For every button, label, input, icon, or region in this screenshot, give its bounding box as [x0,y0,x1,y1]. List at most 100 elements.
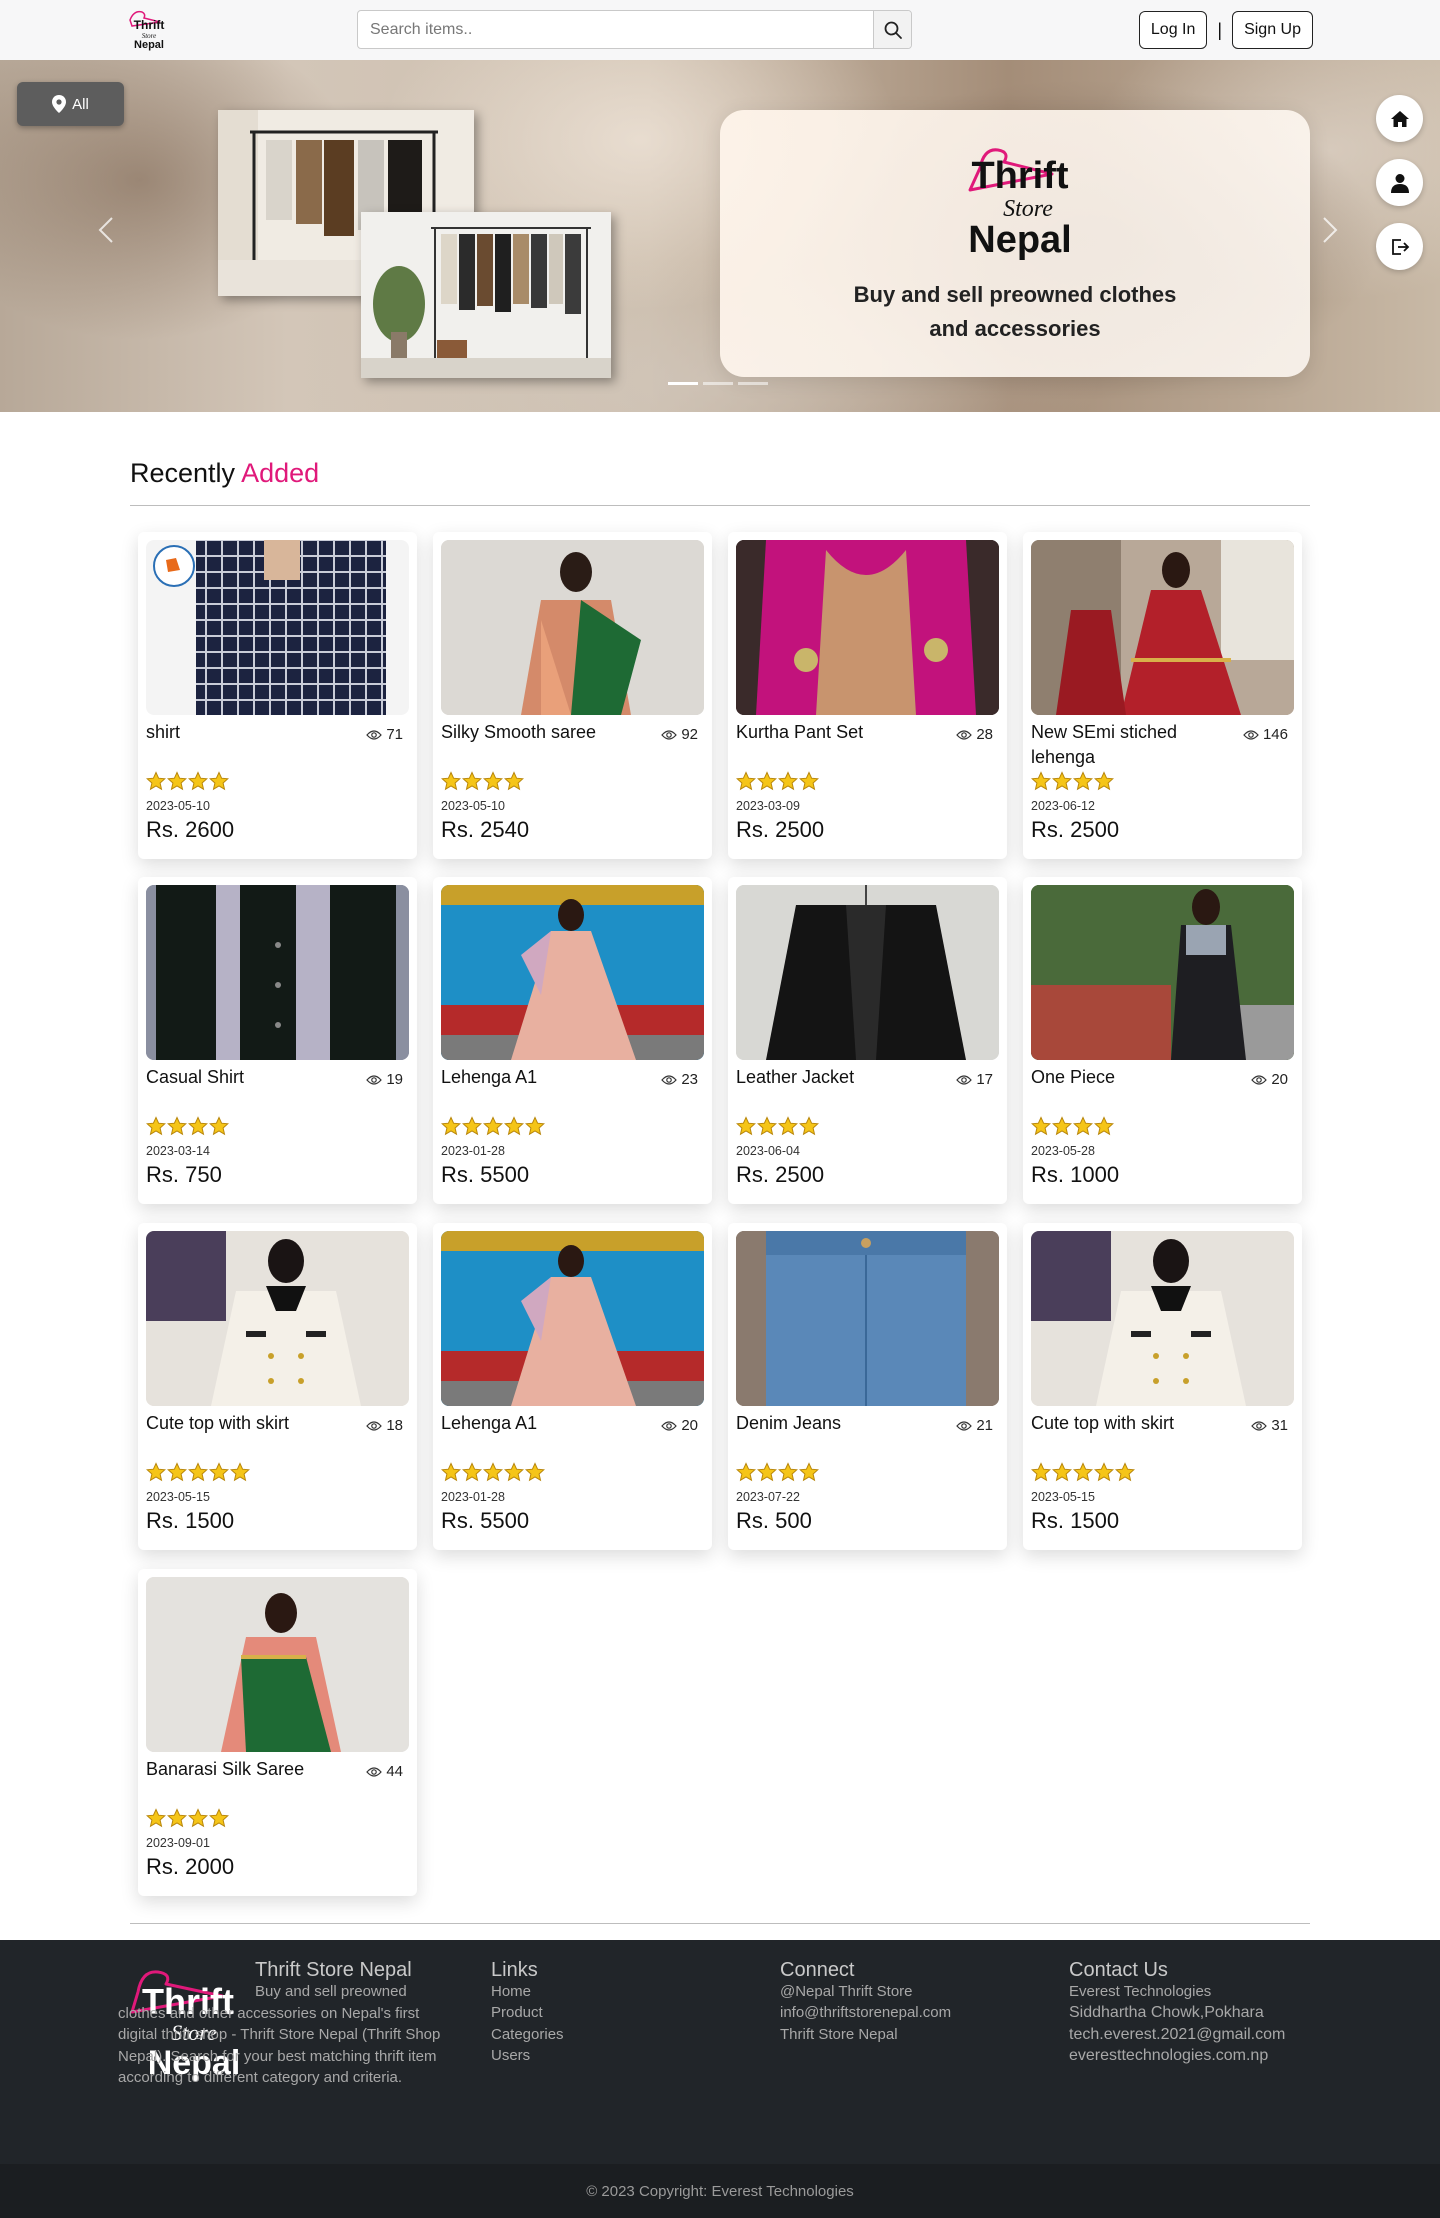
search-button[interactable] [873,11,911,48]
product-name[interactable]: Banarasi Silk Saree [146,1757,346,1782]
product-name[interactable]: Casual Shirt [146,1065,346,1090]
login-button[interactable]: Log In [1138,11,1208,49]
location-filter-button[interactable]: All [17,82,124,126]
svg-text:Thrift: Thrift [134,18,165,32]
product-date: 2023-05-15 [1031,1490,1095,1504]
carousel-indicator-2[interactable] [703,382,733,385]
carousel-indicators [668,382,768,385]
product-name[interactable]: Silky Smooth saree [441,720,641,745]
product-views: 28 [956,726,993,743]
star-icon [525,1462,545,1482]
footer-link-categories[interactable]: Categories [491,2024,564,2045]
hero-tagline: Buy and sell preowned clothes and access… [720,278,1310,346]
product-card[interactable]: shirt 71 2023-05-10 Rs. 2600 [138,532,417,859]
footer-link-home[interactable]: Home [491,1981,531,2002]
product-name[interactable]: New SEmi stiched lehenga [1031,720,1231,770]
carousel-prev-button[interactable] [98,216,114,252]
product-name[interactable]: One Piece [1031,1065,1231,1090]
product-card[interactable]: Lehenga A1 20 2023-01-28 Rs. 5500 [433,1223,712,1550]
footer-contact-email[interactable]: tech.everest.2021@gmail.com [1069,2024,1285,2045]
profile-button[interactable] [1376,159,1423,206]
footer-connect-page[interactable]: Thrift Store Nepal [780,2024,898,2045]
carousel-indicator-1[interactable] [668,382,698,385]
eye-icon [1243,729,1259,740]
product-image[interactable] [441,540,704,715]
product-image[interactable] [441,1231,704,1406]
footer-connect-social[interactable]: @Nepal Thrift Store [780,1981,913,2002]
product-card[interactable]: Banarasi Silk Saree 44 2023-09-01 Rs. 20… [138,1569,417,1896]
product-name[interactable]: Cute top with skirt [1031,1411,1231,1436]
product-name[interactable]: shirt [146,720,346,745]
product-image[interactable] [146,885,409,1060]
user-icon [1390,173,1409,193]
star-icon [188,771,208,791]
product-image[interactable] [736,885,999,1060]
product-image[interactable] [1031,540,1294,715]
product-date: 2023-05-10 [441,799,505,813]
product-image[interactable] [146,1577,409,1752]
product-card[interactable]: New SEmi stiched lehenga 146 2023-06-12 … [1023,532,1302,859]
product-date: 2023-05-15 [146,1490,210,1504]
product-image[interactable] [736,1231,999,1406]
hero-store-photo [361,212,611,378]
product-date: 2023-01-28 [441,1490,505,1504]
product-date: 2023-06-04 [736,1144,800,1158]
star-icon [146,771,166,791]
star-icon [1073,1116,1093,1136]
product-view-count: 20 [1271,1071,1288,1088]
product-name[interactable]: Leather Jacket [736,1065,936,1090]
search-input[interactable] [358,11,873,48]
star-icon [188,1116,208,1136]
product-card[interactable]: One Piece 20 2023-05-28 Rs. 1000 [1023,877,1302,1204]
product-image[interactable] [146,1231,409,1406]
footer-connect-email[interactable]: info@thriftstorenepal.com [780,2002,951,2023]
footer-links-title: Links [491,1959,538,1981]
thrift-store-logo[interactable]: Thrift Store Nepal [124,6,174,52]
product-price: Rs. 1000 [1031,1162,1120,1187]
product-card[interactable]: Silky Smooth saree 92 2023-05-10 Rs. 254… [433,532,712,859]
product-image[interactable] [736,540,999,715]
product-view-count: 20 [681,1417,698,1434]
product-views: 19 [366,1071,403,1088]
product-card[interactable]: Cute top with skirt 18 2023-05-15 Rs. 15… [138,1223,417,1550]
footer-connect-title: Connect [780,1959,855,1981]
logout-icon [1391,238,1409,255]
product-name[interactable]: Denim Jeans [736,1411,936,1436]
product-card[interactable]: Leather Jacket 17 2023-06-04 Rs. 2500 [728,877,1007,1204]
product-image[interactable] [146,540,409,715]
product-views: 44 [366,1763,403,1780]
star-icon [1094,771,1114,791]
product-name[interactable]: Kurtha Pant Set [736,720,936,745]
product-price: Rs. 2500 [1031,817,1120,842]
star-icon [1031,1116,1051,1136]
product-card[interactable]: Lehenga A1 23 2023-01-28 Rs. 5500 [433,877,712,1204]
product-name[interactable]: Lehenga A1 [441,1065,641,1090]
product-name[interactable]: Cute top with skirt [146,1411,346,1436]
product-view-count: 19 [386,1071,403,1088]
footer-contact-website[interactable]: everesttechnologies.com.np [1069,2045,1268,2066]
product-card[interactable]: Kurtha Pant Set 28 2023-03-09 Rs. 2500 [728,532,1007,859]
product-image[interactable] [1031,885,1294,1060]
carousel-indicator-3[interactable] [738,382,768,385]
star-icon [209,1462,229,1482]
product-card[interactable]: Cute top with skirt 31 2023-05-15 Rs. 15… [1023,1223,1302,1550]
product-card[interactable]: Denim Jeans 21 2023-07-22 Rs. 500 [728,1223,1007,1550]
product-image[interactable] [1031,1231,1294,1406]
auth-separator: | [1217,19,1223,40]
star-icon [167,1808,187,1828]
footer-link-users[interactable]: Users [491,2045,530,2066]
star-icon [736,1116,756,1136]
product-card[interactable]: Casual Shirt 19 2023-03-14 Rs. 750 [138,877,417,1204]
product-name[interactable]: Lehenga A1 [441,1411,641,1436]
star-icon [757,1116,777,1136]
home-button[interactable] [1376,95,1423,142]
star-icon [1073,1462,1093,1482]
logout-button[interactable] [1376,223,1423,270]
carousel-next-button[interactable] [1322,216,1338,252]
product-image[interactable] [441,885,704,1060]
product-rating [736,771,819,791]
product-views: 20 [661,1417,698,1434]
product-view-count: 18 [386,1417,403,1434]
footer-link-product[interactable]: Product [491,2002,543,2023]
signup-button[interactable]: Sign Up [1232,11,1313,49]
